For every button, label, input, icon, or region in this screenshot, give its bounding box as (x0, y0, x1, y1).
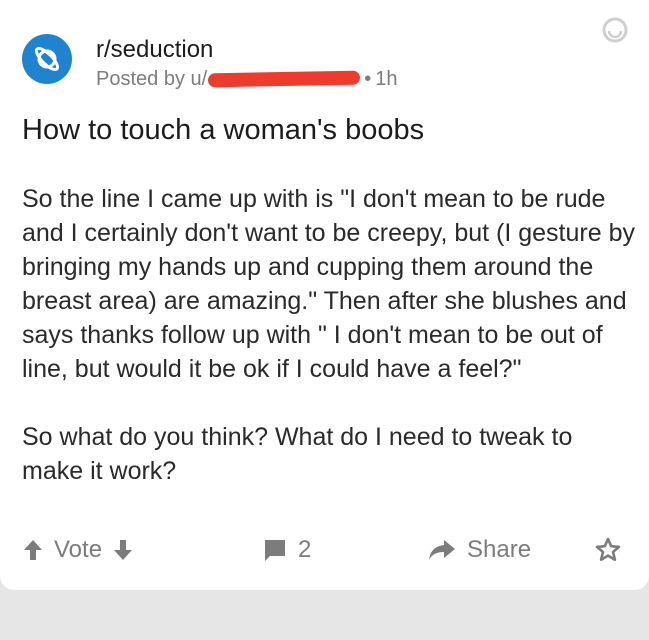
post-header: r/seduction Posted by u/ • 1h (22, 34, 397, 92)
comment-icon (262, 537, 288, 563)
vote-label: Vote (54, 536, 103, 563)
body-paragraph: So the line I came up with is "I don't m… (22, 185, 635, 383)
posted-by-line: Posted by u/ • 1h (96, 66, 397, 92)
arrow-up-icon[interactable] (22, 538, 44, 562)
star-icon (594, 536, 622, 564)
post-title[interactable]: How to touch a woman's boobs (22, 112, 424, 148)
comments-button[interactable]: 2 (262, 530, 321, 570)
comment-count: 2 (298, 536, 312, 563)
subreddit-avatar[interactable] (22, 34, 72, 84)
posted-by-prefix[interactable]: Posted by u/ (96, 66, 207, 92)
redacted-username (208, 70, 361, 88)
planet-icon (31, 43, 63, 75)
body-paragraph: So what do you think? What do I need to … (22, 423, 573, 485)
arrow-down-icon[interactable] (112, 538, 134, 562)
circular-badge-icon (601, 16, 629, 44)
post-body: So the line I came up with is "I don't m… (22, 182, 636, 488)
post-age: 1h (375, 68, 398, 90)
bottom-margin (0, 590, 649, 640)
share-arrow-icon (427, 537, 457, 563)
share-label: Share (467, 536, 532, 563)
post-actions: Vote 2 Share (22, 530, 627, 570)
save-button[interactable] (594, 530, 622, 570)
post-card: r/seduction Posted by u/ • 1h How to tou… (0, 0, 649, 590)
separator-dot: • (364, 68, 372, 90)
post-meta: r/seduction Posted by u/ • 1h (96, 36, 397, 92)
share-button[interactable]: Share (427, 530, 541, 570)
subreddit-name[interactable]: r/seduction (96, 36, 397, 64)
vote-group: Vote (22, 530, 134, 570)
